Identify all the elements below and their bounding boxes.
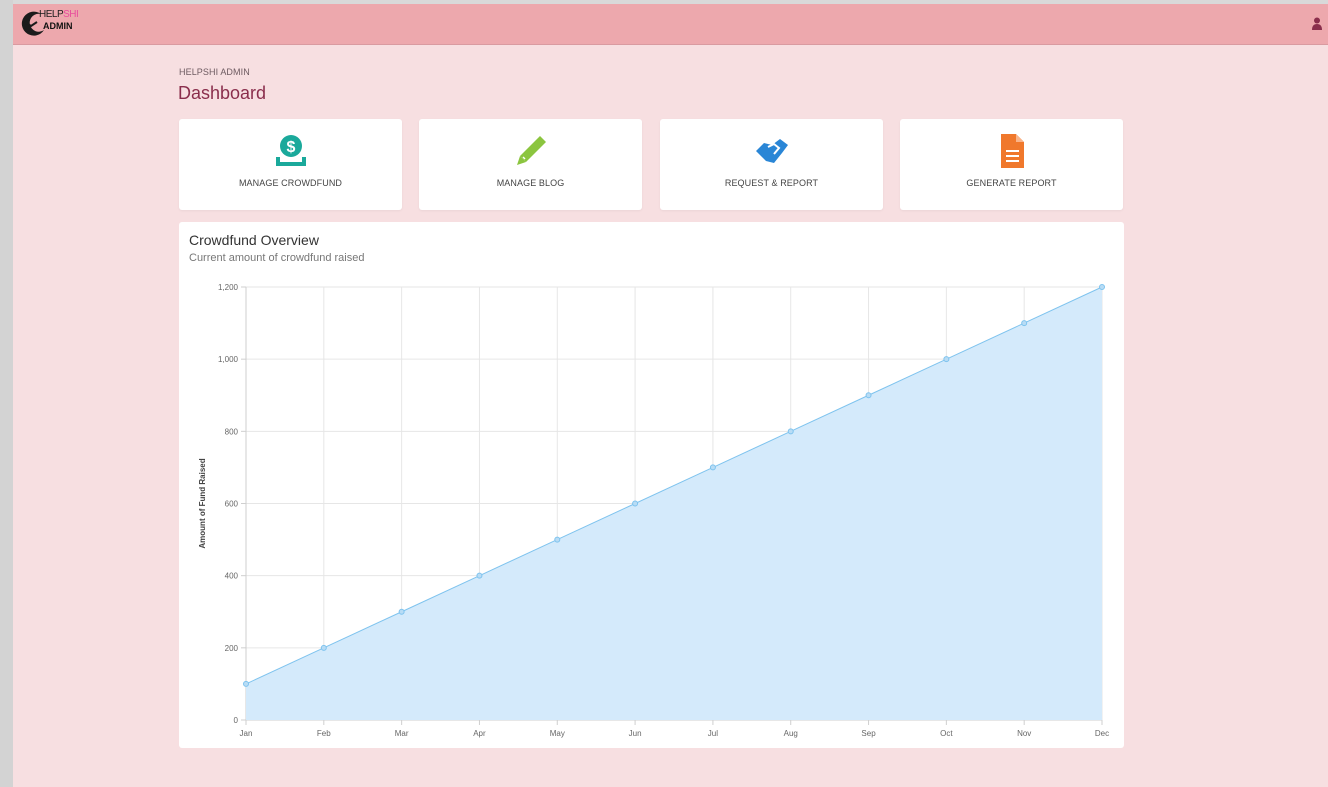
x-tick-label: Jul bbox=[708, 729, 718, 738]
x-tick-label: Jan bbox=[240, 729, 253, 738]
y-tick-label: 600 bbox=[225, 500, 239, 509]
x-tick-label: Feb bbox=[317, 729, 331, 738]
document-icon bbox=[1000, 134, 1024, 168]
data-point bbox=[320, 644, 327, 651]
user-icon[interactable] bbox=[1312, 17, 1322, 30]
data-point bbox=[943, 356, 950, 363]
handshake-icon bbox=[755, 139, 788, 163]
pencil-icon bbox=[516, 136, 546, 165]
manage-blog-label: MANAGE BLOG bbox=[496, 178, 565, 188]
app-logo[interactable]: HELPSHI ADMIN bbox=[17, 8, 79, 38]
y-tick-label: 1,000 bbox=[218, 355, 239, 364]
x-tick-label: Aug bbox=[784, 729, 798, 738]
request-report-label: REQUEST & REPORT bbox=[724, 178, 819, 188]
svg-text:$: $ bbox=[286, 139, 295, 156]
manage-crowdfund-label: MANAGE CROWDFUND bbox=[238, 178, 343, 188]
generate-report-label: GENERATE REPORT bbox=[966, 178, 1057, 188]
x-tick-label: Apr bbox=[473, 729, 486, 738]
x-tick-label: Dec bbox=[1095, 729, 1109, 738]
x-tick-label: May bbox=[550, 729, 565, 738]
data-point bbox=[243, 680, 249, 687]
y-tick-label: 800 bbox=[225, 427, 239, 436]
logo-text-help: HELP bbox=[39, 9, 64, 20]
x-tick-label: Mar bbox=[395, 729, 409, 738]
money-hand-icon: $ bbox=[275, 135, 306, 166]
x-tick-label: Nov bbox=[1017, 729, 1031, 738]
x-tick-label: Jun bbox=[629, 729, 642, 738]
manage-crowdfund-card[interactable]: $ MANAGE CROWDFUND bbox=[179, 119, 402, 210]
crowdfund-chart: 0 200 400 600 800 1,000 1,200 Jan Feb Mar Apr May Ju… bbox=[198, 283, 1109, 738]
page-title: Dashboard bbox=[178, 83, 267, 103]
data-point bbox=[1099, 284, 1105, 290]
logo-text-shi: SHI bbox=[63, 9, 79, 20]
left-strip bbox=[0, 0, 13, 787]
logo-text-top: HELPSHI bbox=[39, 9, 79, 20]
request-report-card[interactable]: REQUEST & REPORT bbox=[660, 119, 883, 210]
y-tick-label: 0 bbox=[234, 716, 239, 725]
breadcrumb: HELPSHI ADMIN bbox=[179, 67, 250, 77]
generate-report-card[interactable]: GENERATE REPORT bbox=[900, 119, 1123, 210]
y-tick-label: 1,200 bbox=[218, 283, 239, 292]
data-point bbox=[787, 428, 794, 435]
data-point bbox=[554, 536, 561, 543]
data-point bbox=[865, 392, 872, 399]
navbar: HELPSHI ADMIN bbox=[13, 4, 1328, 45]
data-point bbox=[632, 500, 639, 507]
x-tick-label: Sep bbox=[861, 729, 876, 738]
y-tick-label: 400 bbox=[225, 572, 239, 581]
data-point bbox=[476, 572, 483, 579]
data-point bbox=[709, 464, 716, 471]
manage-blog-card[interactable]: MANAGE BLOG bbox=[419, 119, 642, 210]
y-tick-label: 200 bbox=[225, 644, 239, 653]
logo-text-admin: ADMIN bbox=[43, 21, 73, 31]
data-point bbox=[1021, 320, 1028, 327]
x-tick-label: Oct bbox=[940, 729, 953, 738]
y-axis-label: Amount of Fund Raised bbox=[198, 458, 207, 548]
data-point bbox=[398, 608, 405, 615]
crowdfund-overview-panel: Crowdfund Overview Current amount of cro… bbox=[179, 222, 1124, 748]
